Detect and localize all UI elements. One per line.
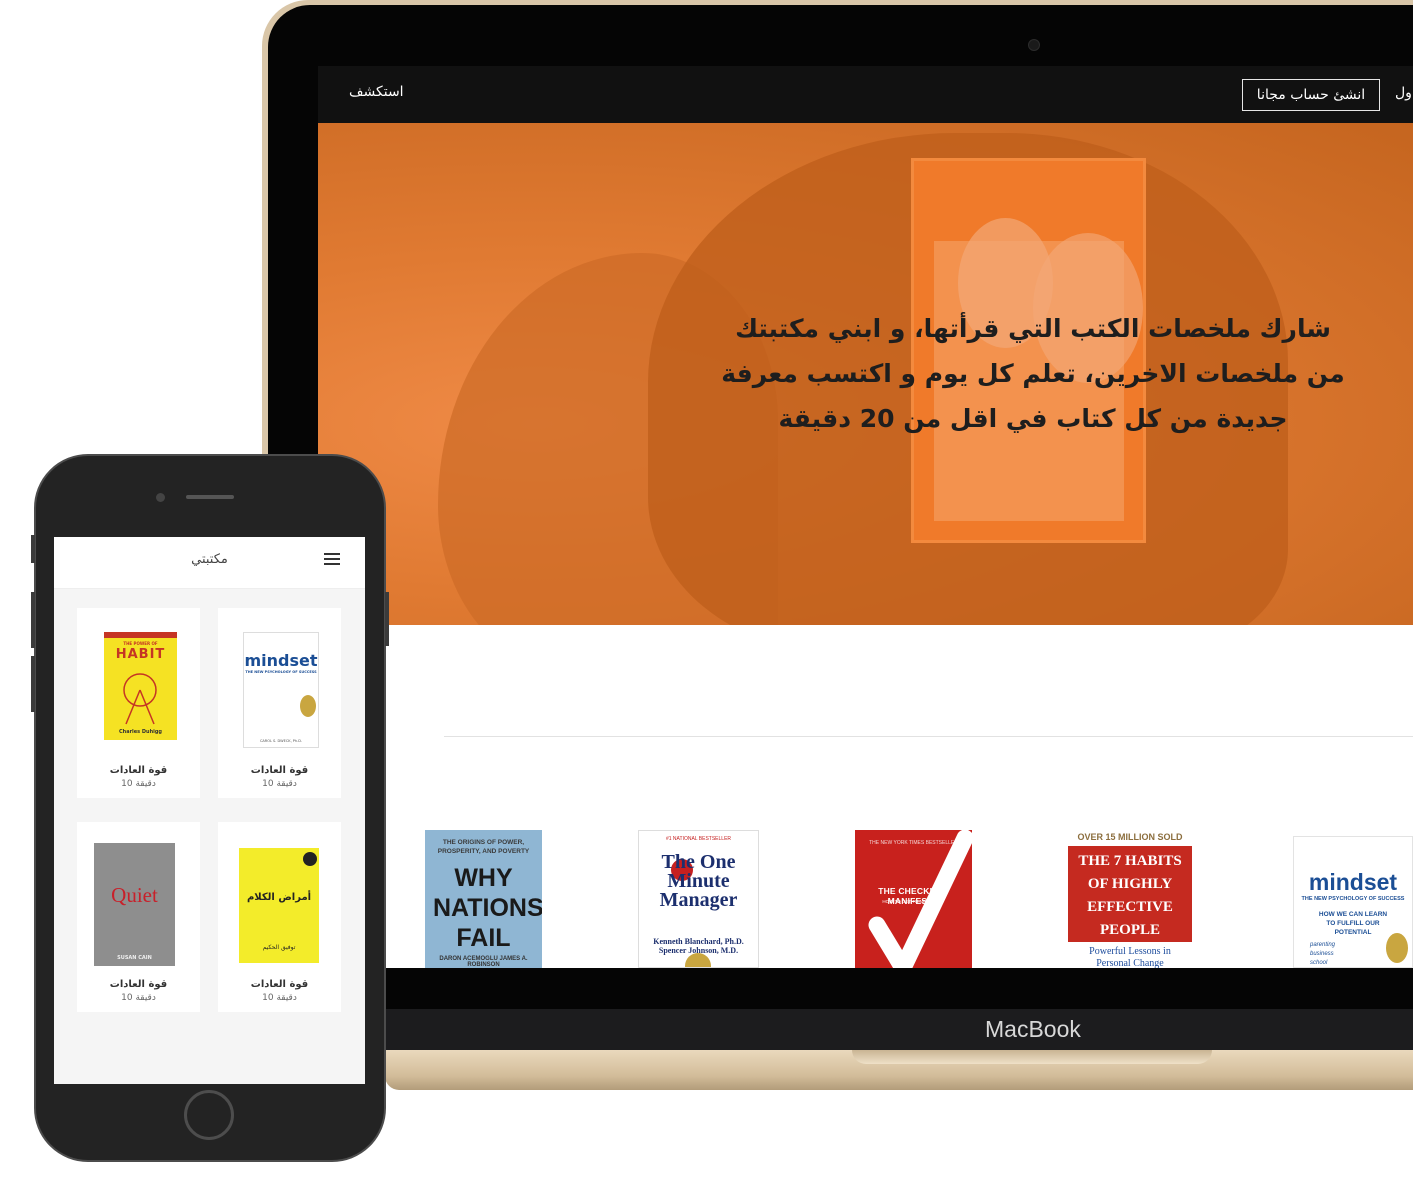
book-duration: 10 دقيقة bbox=[262, 993, 297, 1003]
book-cover: Quiet SUSAN CAIN bbox=[94, 843, 175, 966]
laptop-chin bbox=[385, 1009, 1413, 1052]
book-cover: mindset THE NEW PSYCHOLOGY OF SUCCESS CA… bbox=[243, 632, 319, 748]
book-card[interactable]: THE POWER OF HABIT Charles Duhigg قوة ال… bbox=[77, 608, 200, 798]
book-card[interactable]: mindset THE NEW PSYCHOLOGY OF SUCCESS CA… bbox=[218, 608, 341, 798]
phone-power-button bbox=[385, 592, 389, 646]
book-cover-why-nations-fail[interactable]: THE ORIGINS OF POWER, PROSPERITY, AND PO… bbox=[425, 830, 542, 968]
book-card[interactable]: أمراض الكلام توفيق الحكيم قوة العادات 10… bbox=[218, 822, 341, 1012]
top-navbar: استكشف انشئ حساب مجانا ول bbox=[318, 66, 1413, 123]
book-cover-7-habits[interactable]: OVER 15 MILLION SOLD THE 7 HABITS OF HIG… bbox=[1068, 832, 1192, 968]
app-title: مكتبتي bbox=[191, 552, 228, 567]
hero-headline: شارك ملخصات الكتب التي قرأتها، و ابني مك… bbox=[721, 314, 1345, 433]
book-cover-one-minute-manager[interactable]: #1 NATIONAL BESTSELLER The One Minute Ma… bbox=[638, 830, 759, 968]
award-seal-icon bbox=[1386, 933, 1408, 963]
camera-icon bbox=[1028, 39, 1040, 51]
book-duration: 10 دقيقة bbox=[121, 779, 156, 789]
book-card[interactable]: Quiet SUSAN CAIN قوة العادات 10 دقيقة bbox=[77, 822, 200, 1012]
front-camera-icon bbox=[156, 493, 165, 502]
hero-banner: شارك ملخصات الكتب التي قرأتها، و ابني مك… bbox=[318, 123, 1413, 625]
book-title: قوة العادات bbox=[109, 979, 168, 990]
login-link[interactable]: ول bbox=[1395, 85, 1412, 101]
phone-speaker bbox=[186, 495, 234, 499]
hamburger-menu-icon[interactable] bbox=[324, 553, 340, 566]
laptop-hinge-notch bbox=[852, 1050, 1212, 1064]
home-button[interactable] bbox=[184, 1090, 234, 1140]
book-duration: 10 دقيقة bbox=[121, 993, 156, 1003]
publisher-logo-icon bbox=[303, 852, 317, 866]
award-seal-icon bbox=[300, 695, 316, 717]
laptop-brand-label: MacBook bbox=[985, 1016, 1081, 1042]
laptop-screen: استكشف انشئ حساب مجانا ول شارك ملخصات ال… bbox=[318, 66, 1413, 968]
book-title: قوة العادات bbox=[250, 765, 309, 776]
award-seal-icon bbox=[685, 953, 711, 967]
signup-button[interactable]: انشئ حساب مجانا bbox=[1242, 79, 1380, 111]
book-duration: 10 دقيقة bbox=[262, 779, 297, 789]
section-divider bbox=[444, 736, 1413, 737]
phone-side-button bbox=[31, 535, 35, 563]
book-cover: THE POWER OF HABIT Charles Duhigg bbox=[104, 632, 177, 740]
ferris-wheel-icon bbox=[123, 673, 157, 725]
phone-volume-up-button bbox=[31, 592, 35, 648]
phone-screen: مكتبتي mindset THE NEW PSYCHOLOGY OF SUC… bbox=[54, 537, 365, 1084]
book-cover-checklist-manifesto[interactable]: THE NEW YORK TIMES BESTSELLER THE CHECKL… bbox=[855, 830, 972, 968]
book-title: قوة العادات bbox=[250, 979, 309, 990]
book-title: قوة العادات bbox=[109, 765, 168, 776]
book-cover-mindset[interactable]: mindset THE NEW PSYCHOLOGY OF SUCCESS HO… bbox=[1293, 836, 1413, 968]
book-cover: أمراض الكلام توفيق الحكيم bbox=[239, 848, 319, 963]
nav-explore-link[interactable]: استكشف bbox=[349, 84, 404, 100]
phone-volume-down-button bbox=[31, 656, 35, 712]
app-header: مكتبتي bbox=[54, 537, 365, 589]
